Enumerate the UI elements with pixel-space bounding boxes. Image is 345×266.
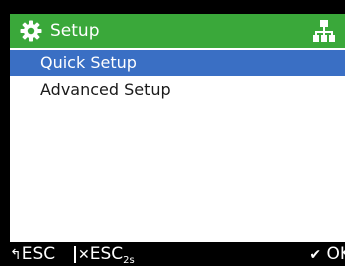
return-arrow-icon: ↰ [10,247,22,263]
close-softkey[interactable]: ✕ESC2s [78,242,135,266]
close-icon: ✕ [78,247,90,263]
menu-item-label: Quick Setup [40,53,137,72]
checkmark-icon: ✔ [309,247,322,263]
back-softkey-label: ESC [21,244,56,264]
back-softkey[interactable]: ↰ESC [10,242,55,266]
page-title: Setup [50,21,100,41]
ok-softkey-label: OK [326,244,345,264]
menu-item-quick-setup[interactable]: Quick Setup [10,50,345,76]
close-softkey-subscript: 2s [123,255,135,266]
network-tree-icon [313,20,335,42]
gear-icon [20,20,42,42]
close-softkey-label: ESC [89,244,124,264]
softkey-bar: ↰ESC ✕ESC2s ✔ OK [10,242,345,266]
pointer-arrow [0,27,8,39]
ok-softkey[interactable]: ✔ OK [309,242,345,266]
menu-item-advanced-setup[interactable]: Advanced Setup [10,77,345,103]
menu-item-label: Advanced Setup [40,80,171,99]
softkey-divider [74,246,76,263]
device-screen: Setup Quick Setup Advanced Setup ↰ESC ✕E… [10,14,345,266]
title-bar: Setup [10,14,345,48]
